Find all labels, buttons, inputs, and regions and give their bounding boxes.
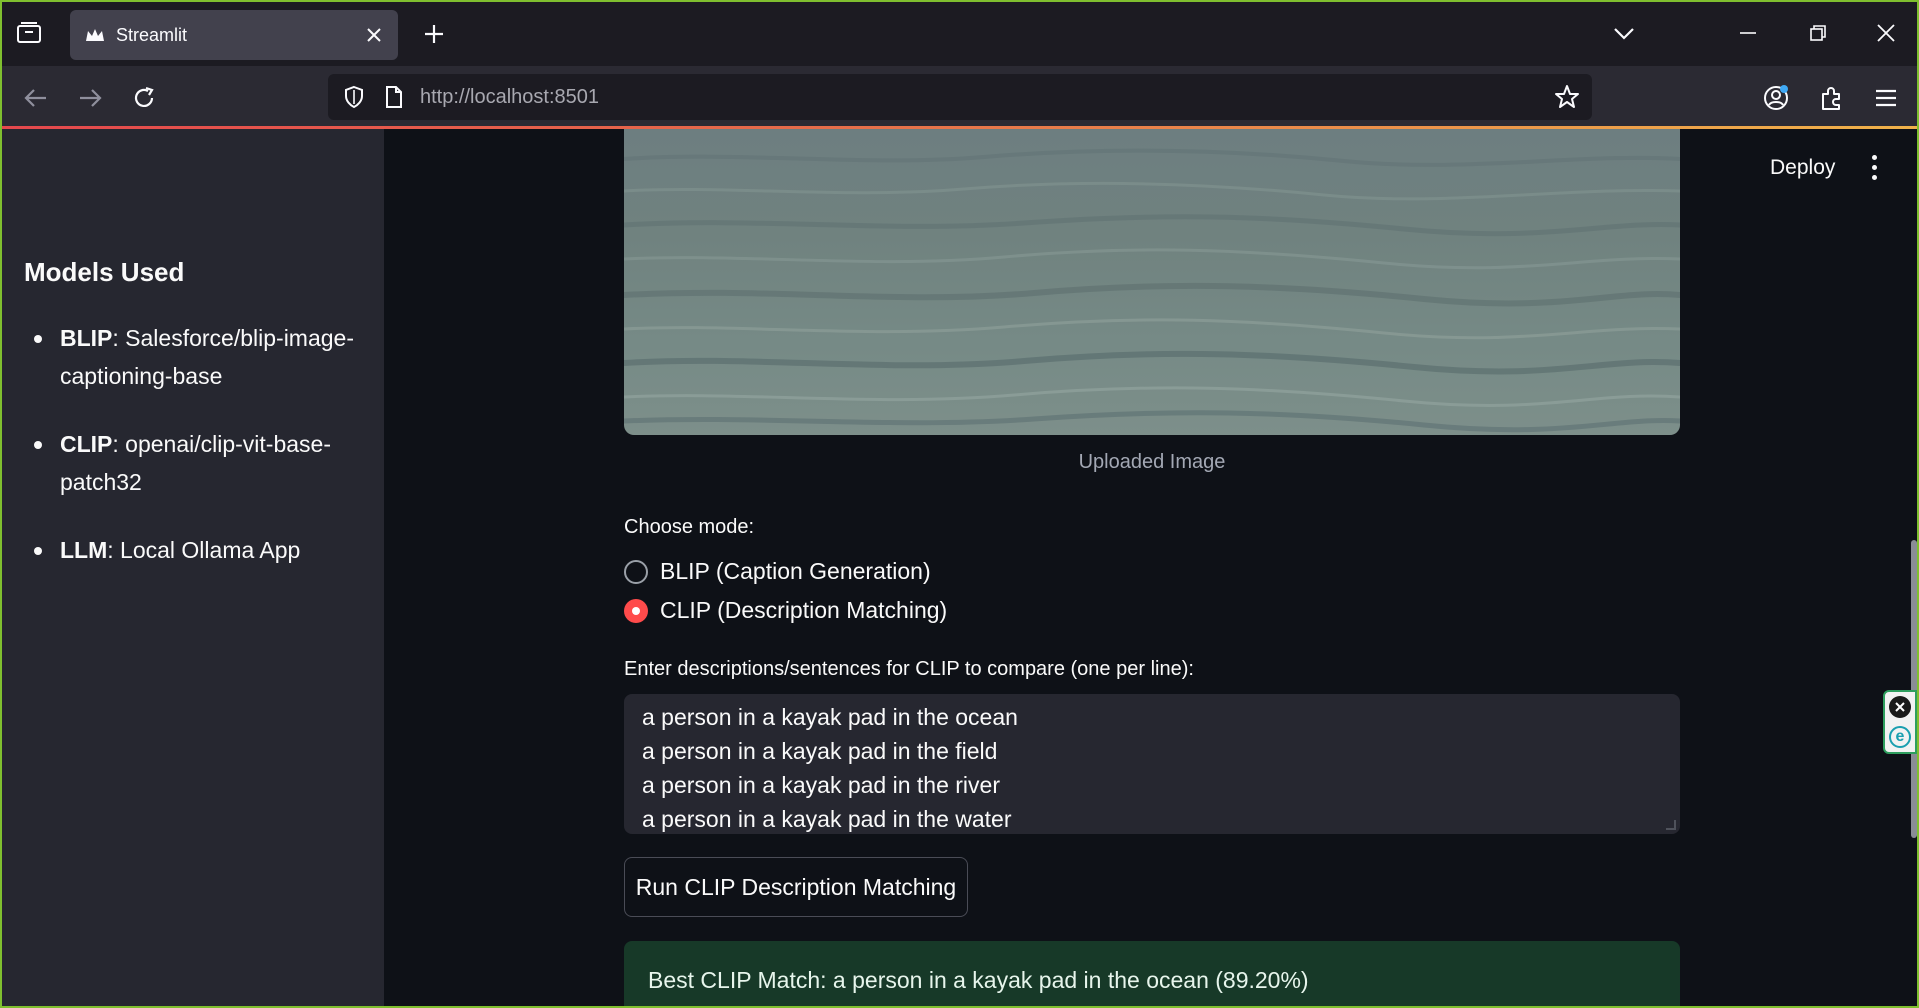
- list-item: BLIP: Salesforce/blip-image-captioning-b…: [34, 319, 360, 395]
- reload-icon[interactable]: [126, 80, 162, 116]
- model-value: : Local Ollama App: [107, 537, 301, 563]
- uploaded-image: [624, 129, 1680, 435]
- radio-label: BLIP (Caption Generation): [660, 558, 931, 584]
- shield-icon[interactable]: [342, 85, 366, 109]
- model-name: BLIP: [60, 325, 113, 351]
- close-icon[interactable]: [1889, 696, 1911, 718]
- textarea-line: a person in a kayak pad in the river: [642, 772, 1000, 798]
- model-name: CLIP: [60, 431, 113, 457]
- extensions-puzzle-icon[interactable]: [1814, 80, 1850, 116]
- textarea-line: a person in a kayak pad in the field: [642, 738, 998, 764]
- descriptions-label: Enter descriptions/sentences for CLIP to…: [624, 658, 1194, 680]
- list-item: CLIP: openai/clip-vit-base-patch32: [34, 425, 360, 501]
- chevron-down-icon[interactable]: [1606, 16, 1642, 50]
- extension-widget[interactable]: e: [1883, 690, 1917, 754]
- sidebar-heading: Models Used: [24, 257, 185, 287]
- radio-option-blip[interactable]: BLIP (Caption Generation): [624, 558, 931, 585]
- browser-tab-strip: Streamlit: [0, 0, 1919, 66]
- result-text: Best CLIP Match: a person in a kayak pad…: [648, 967, 1309, 993]
- edge-logo-icon[interactable]: e: [1889, 726, 1911, 748]
- url-text[interactable]: http://localhost:8501: [420, 86, 599, 109]
- page-info-icon[interactable]: [382, 85, 406, 109]
- success-result-box: Best CLIP Match: a person in a kayak pad…: [624, 941, 1680, 1006]
- streamlit-crown-icon: [84, 24, 106, 46]
- main-content: Deploy Uploaded Image Choose mode: BLIP …: [384, 129, 1917, 1006]
- resize-handle[interactable]: [1666, 820, 1676, 830]
- close-window-icon[interactable]: [1868, 16, 1904, 50]
- url-port: :8501: [548, 86, 600, 108]
- page-scrollbar[interactable]: [1911, 540, 1917, 838]
- restore-icon[interactable]: [1800, 16, 1836, 50]
- browser-tab-active[interactable]: Streamlit: [70, 10, 398, 60]
- back-arrow-icon[interactable]: [18, 80, 54, 116]
- textarea-line: a person in a kayak pad in the water: [642, 806, 1012, 832]
- tab-title: Streamlit: [116, 24, 188, 45]
- address-bar[interactable]: http://localhost:8501: [328, 74, 1592, 120]
- model-name: LLM: [60, 537, 108, 563]
- sidebar: Models Used BLIP: Salesforce/blip-image-…: [2, 129, 384, 1006]
- radio-label: CLIP (Description Matching): [660, 597, 948, 623]
- models-list: BLIP: Salesforce/blip-image-captioning-b…: [34, 319, 360, 599]
- radio-button[interactable]: [624, 559, 648, 584]
- list-item: LLM: Local Ollama App: [34, 531, 360, 569]
- radio-option-clip[interactable]: CLIP (Description Matching): [624, 597, 947, 624]
- run-clip-button[interactable]: Run CLIP Description Matching: [624, 857, 968, 917]
- more-options-icon[interactable]: [1864, 151, 1884, 183]
- hamburger-menu-icon[interactable]: [1868, 80, 1904, 116]
- radio-button-selected[interactable]: [624, 598, 648, 623]
- descriptions-textarea[interactable]: a person in a kayak pad in the ocean a p…: [624, 694, 1680, 834]
- new-tab-icon[interactable]: [418, 18, 450, 50]
- forward-arrow-icon[interactable]: [72, 80, 108, 116]
- mode-label: Choose mode:: [624, 516, 755, 538]
- bookmark-star-icon[interactable]: [1554, 84, 1580, 110]
- account-icon[interactable]: [1758, 80, 1794, 116]
- minimize-icon[interactable]: [1730, 16, 1766, 50]
- tab-list-icon[interactable]: [12, 18, 46, 48]
- browser-navigation-bar: http://localhost:8501: [0, 66, 1919, 128]
- textarea-line: a person in a kayak pad in the ocean: [642, 704, 1018, 730]
- url-host: http://localhost: [420, 86, 549, 108]
- close-tab-icon[interactable]: [362, 23, 386, 47]
- image-caption: Uploaded Image: [1078, 451, 1226, 473]
- deploy-button[interactable]: Deploy: [1770, 156, 1835, 180]
